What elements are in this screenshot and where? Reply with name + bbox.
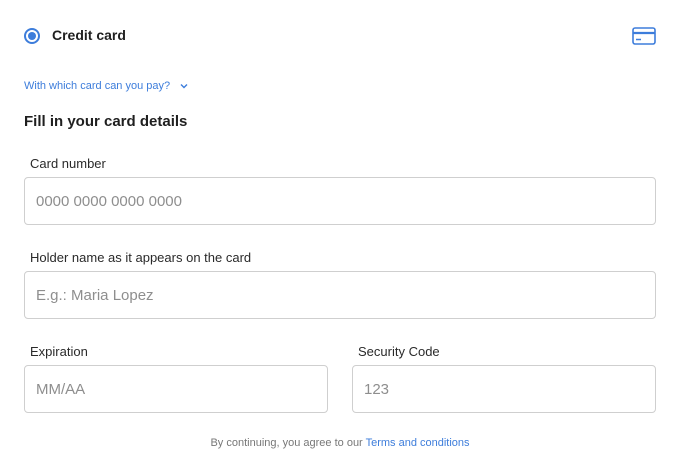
accepted-cards-link[interactable]: With which card can you pay?	[24, 80, 189, 92]
holder-name-label: Holder name as it appears on the card	[30, 250, 252, 265]
accepted-cards-link-label: With which card can you pay?	[24, 80, 171, 92]
chevron-down-icon	[180, 84, 188, 89]
security-code-input[interactable]	[352, 365, 656, 413]
security-code-label: Security Code	[358, 344, 440, 359]
expiration-label: Expiration	[30, 344, 88, 359]
payment-method-label: Credit card	[52, 27, 126, 43]
payment-method-option[interactable]: Credit card	[24, 24, 656, 48]
payment-method-radio[interactable]	[24, 28, 40, 44]
expiration-input[interactable]	[24, 365, 328, 413]
card-number-input[interactable]	[24, 177, 656, 225]
section-title: Fill in your card details	[24, 113, 188, 130]
terms-notice-text: By continuing, you agree to our	[210, 437, 366, 449]
card-number-label: Card number	[30, 156, 106, 171]
credit-card-icon	[632, 27, 656, 45]
terms-link[interactable]: Terms and conditions	[366, 437, 470, 449]
holder-name-input[interactable]	[24, 271, 656, 319]
terms-notice: By continuing, you agree to our Terms an…	[0, 437, 680, 449]
